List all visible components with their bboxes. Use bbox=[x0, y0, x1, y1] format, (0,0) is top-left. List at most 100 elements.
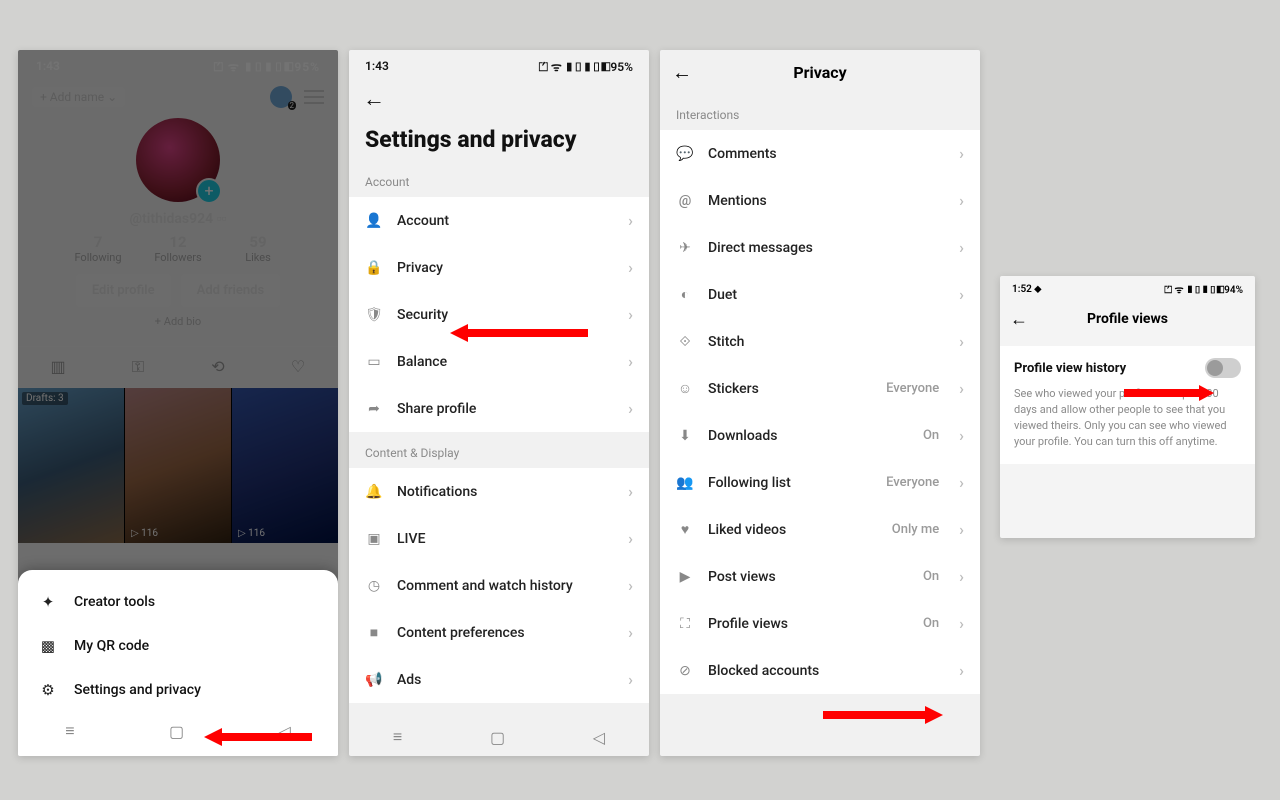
chevron-right-icon: › bbox=[628, 352, 633, 371]
row-value: Everyone bbox=[886, 381, 939, 396]
row-direct-messages[interactable]: ✈Direct messages› bbox=[660, 224, 980, 271]
row-security[interactable]: 🛡Security› bbox=[349, 291, 649, 338]
heart-icon: ♥ bbox=[676, 521, 694, 538]
nav-recent-icon[interactable]: ≡ bbox=[65, 721, 74, 741]
screen-profile-views: 1:52 ⬥ ⏍ ᯤ ▮▯▮▯◧94% ← Profile views Prof… bbox=[1000, 276, 1255, 538]
row-value: Everyone bbox=[886, 475, 939, 490]
chevron-right-icon: › bbox=[628, 211, 633, 230]
sheet-item-qr-code[interactable]: ▩ My QR code bbox=[18, 624, 338, 668]
section-interactions-label: Interactions bbox=[660, 94, 980, 130]
row-liked-videos[interactable]: ♥Liked videosOnly me› bbox=[660, 506, 980, 553]
video-thumb[interactable]: Drafts: 3 bbox=[18, 388, 124, 543]
chevron-right-icon: › bbox=[959, 144, 964, 163]
back-button[interactable]: ← bbox=[672, 60, 692, 85]
section-account-label: Account bbox=[349, 161, 649, 197]
row-downloads[interactable]: ⬇DownloadsOn› bbox=[660, 412, 980, 459]
sheet-label: Creator tools bbox=[74, 594, 155, 610]
add-friends-button[interactable]: Add friends bbox=[181, 274, 280, 307]
nav-home-icon[interactable]: ▢ bbox=[169, 722, 184, 741]
nav-home-icon[interactable]: ▢ bbox=[490, 728, 505, 747]
status-time: 1:43 bbox=[36, 59, 60, 73]
bell-icon: 🔔 bbox=[365, 484, 383, 500]
shield-icon: 🛡 bbox=[365, 307, 383, 323]
row-ads[interactable]: 📢Ads› bbox=[349, 656, 649, 703]
row-content-pref[interactable]: ■Content preferences› bbox=[349, 609, 649, 656]
download-icon: ⬇ bbox=[676, 428, 694, 444]
row-account[interactable]: 👤Account› bbox=[349, 197, 649, 244]
nav-recent-icon[interactable]: ≡ bbox=[393, 727, 402, 747]
row-stitch[interactable]: ⟐Stitch› bbox=[660, 318, 980, 365]
menu-icon[interactable] bbox=[304, 90, 324, 104]
tab-liked-icon[interactable]: ♡ bbox=[258, 347, 338, 387]
sheet-label: Settings and privacy bbox=[74, 682, 201, 698]
sheet-item-creator-tools[interactable]: ✦ Creator tools bbox=[18, 580, 338, 624]
row-balance[interactable]: ▭Balance› bbox=[349, 338, 649, 385]
add-name-button[interactable]: + Add name ⌄ bbox=[32, 87, 125, 107]
tab-grid-icon[interactable]: ▥ bbox=[18, 347, 98, 387]
chevron-right-icon: › bbox=[628, 623, 633, 642]
lock-icon: 🔒 bbox=[365, 260, 383, 276]
row-value: On bbox=[923, 569, 939, 584]
row-stickers[interactable]: ☺StickersEveryone› bbox=[660, 365, 980, 412]
video-thumb[interactable]: ▷ 116 bbox=[232, 388, 338, 543]
nav-back-icon[interactable]: ◁ bbox=[278, 722, 290, 741]
nav-back-icon[interactable]: ◁ bbox=[593, 728, 605, 747]
chevron-right-icon: › bbox=[959, 473, 964, 492]
sticker-icon: ☺ bbox=[676, 380, 694, 397]
screen-privacy: ← Privacy Interactions 💬Comments› @Menti… bbox=[660, 50, 980, 756]
video-thumb[interactable]: ▷ 116 bbox=[125, 388, 231, 543]
comment-icon: 💬 bbox=[676, 146, 694, 162]
add-bio-button[interactable]: + Add bio bbox=[18, 315, 338, 328]
chevron-right-icon: › bbox=[628, 576, 633, 595]
page-title: Profile views bbox=[1087, 311, 1168, 327]
megaphone-icon: 📢 bbox=[365, 672, 383, 688]
row-duet[interactable]: ◐Duet› bbox=[660, 271, 980, 318]
chevron-right-icon: › bbox=[959, 661, 964, 680]
profile-tabs: ▥ ⚿ ⟲ ♡ bbox=[18, 346, 338, 388]
row-history[interactable]: ◷Comment and watch history› bbox=[349, 562, 649, 609]
account-switcher-icon[interactable] bbox=[270, 86, 292, 108]
back-button[interactable]: ← bbox=[1010, 309, 1028, 330]
sheet-item-settings[interactable]: ⚙ Settings and privacy bbox=[18, 668, 338, 712]
profile-view-history-toggle[interactable] bbox=[1205, 358, 1241, 378]
people-icon: 👥 bbox=[676, 475, 694, 491]
page-title: Settings and privacy bbox=[349, 112, 649, 161]
live-icon: ▣ bbox=[365, 531, 383, 547]
play-icon: ▶ bbox=[676, 569, 694, 585]
header: ← Privacy bbox=[660, 50, 980, 94]
stat-likes[interactable]: 59 Likes bbox=[218, 233, 298, 264]
row-blocked[interactable]: ⊘Blocked accounts› bbox=[660, 647, 980, 694]
row-value: Only me bbox=[892, 522, 939, 537]
video-icon: ■ bbox=[365, 624, 383, 641]
chevron-right-icon: › bbox=[959, 426, 964, 445]
row-following-list[interactable]: 👥Following listEveryone› bbox=[660, 459, 980, 506]
row-live[interactable]: ▣LIVE› bbox=[349, 515, 649, 562]
back-button[interactable]: ← bbox=[349, 82, 649, 112]
row-post-views[interactable]: ▶Post viewsOn› bbox=[660, 553, 980, 600]
screen-profile: 1:43 ⏍ ᯤ ▮▯▮▯◧95% + Add name ⌄ @tithidas… bbox=[18, 50, 338, 756]
chevron-right-icon: › bbox=[959, 614, 964, 633]
chevron-right-icon: › bbox=[959, 520, 964, 539]
tab-repost-icon[interactable]: ⟲ bbox=[178, 347, 258, 387]
edit-profile-button[interactable]: Edit profile bbox=[76, 274, 171, 307]
status-bar: 1:52 ⬥ ⏍ ᯤ ▮▯▮▯◧94% bbox=[1000, 276, 1255, 302]
footsteps-icon: ⛶ bbox=[676, 616, 694, 632]
gear-icon: ⚙ bbox=[38, 681, 58, 699]
tab-private-icon[interactable]: ⚿ bbox=[98, 347, 178, 387]
chevron-right-icon: › bbox=[628, 258, 633, 277]
chevron-right-icon: › bbox=[628, 482, 633, 501]
row-profile-views[interactable]: ⛶Profile viewsOn› bbox=[660, 600, 980, 647]
row-value: On bbox=[923, 428, 939, 443]
stat-following[interactable]: 7 Following bbox=[58, 233, 138, 264]
row-notifications[interactable]: 🔔Notifications› bbox=[349, 468, 649, 515]
avatar[interactable] bbox=[136, 118, 220, 202]
chevron-right-icon: › bbox=[959, 332, 964, 351]
row-share-profile[interactable]: ➦Share profile› bbox=[349, 385, 649, 432]
row-privacy[interactable]: 🔒Privacy› bbox=[349, 244, 649, 291]
screen-settings: 1:43 ⏍ ᯤ ▮▯▮▯◧95% ← Settings and privacy… bbox=[349, 50, 649, 756]
stat-followers[interactable]: 12 Followers bbox=[138, 233, 218, 264]
status-icons: ⏍ ᯤ ▮▯▮▯◧95% bbox=[539, 58, 633, 75]
row-comments[interactable]: 💬Comments› bbox=[660, 130, 980, 177]
sheet-label: My QR code bbox=[74, 638, 149, 654]
row-mentions[interactable]: @Mentions› bbox=[660, 177, 980, 224]
